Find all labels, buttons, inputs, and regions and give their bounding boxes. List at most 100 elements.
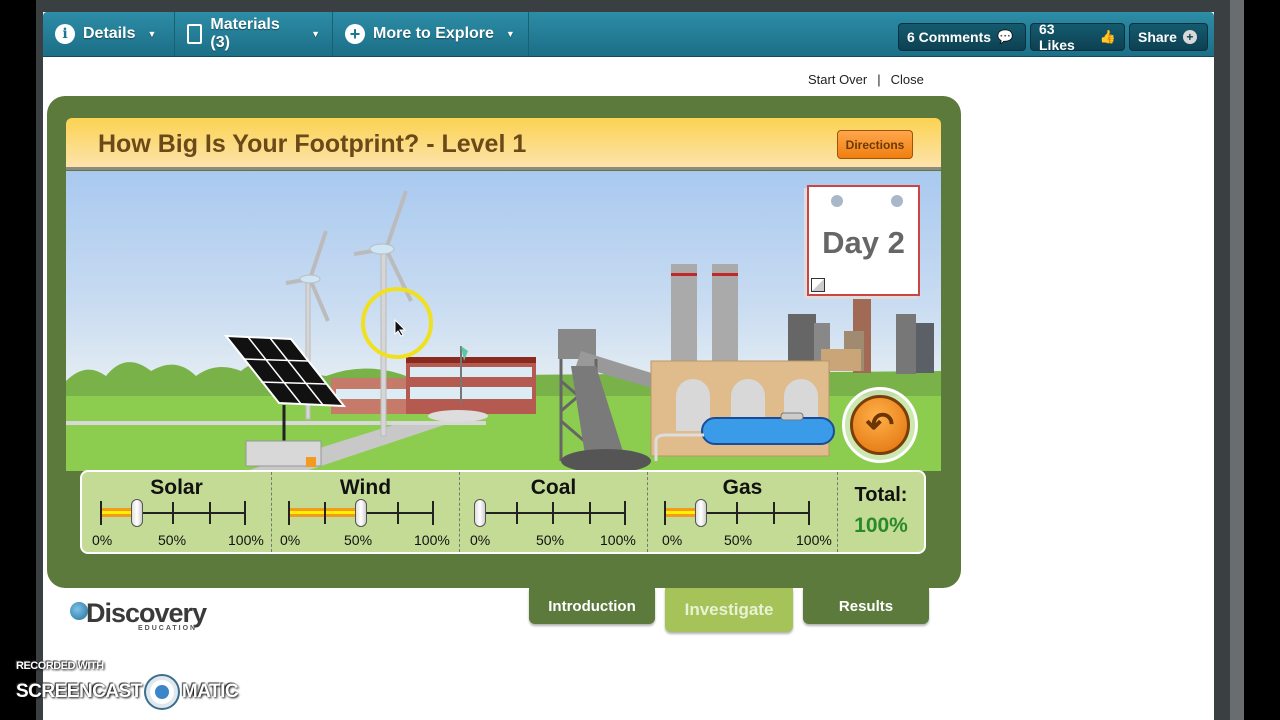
comments-label: 6 Comments (907, 29, 992, 45)
tick-label: 100% (796, 532, 832, 548)
tick-label: 0% (280, 532, 301, 548)
mouse-cursor-icon (394, 319, 406, 337)
more-to-explore-menu[interactable]: + More to Explore ▼ (333, 12, 529, 56)
screencast-watermark: RECORDED WITH SCREENCAST MATIC (16, 660, 239, 708)
share-button[interactable]: Share + (1129, 23, 1208, 51)
materials-label: Materials (3) (210, 16, 280, 51)
gas-slider-thumb[interactable] (695, 499, 707, 527)
tick-label: 0% (470, 532, 491, 548)
solar-slider[interactable] (100, 499, 246, 527)
details-label: Details (83, 25, 136, 42)
discovery-education-logo: Discovery EDUCATION (70, 598, 207, 632)
likes-button[interactable]: 63 Likes 👍 (1030, 21, 1125, 53)
more-to-explore-label: More to Explore (373, 25, 494, 42)
plus-circle-icon: + (345, 24, 365, 44)
watermark-brand-right: MATIC (181, 681, 239, 702)
slider-tick (324, 502, 326, 524)
undo-arrow-icon: ↶ (850, 395, 910, 455)
wind-label: Wind (339, 476, 392, 499)
day-label: Day 2 (822, 225, 905, 260)
likes-label: 63 Likes (1039, 21, 1075, 53)
plus-circle-icon: + (1182, 30, 1197, 44)
solar-slider-thumb[interactable] (131, 499, 143, 527)
wind-control: Wind 0% 50% 100% (272, 472, 460, 552)
energy-scene: Day 2 ↶ (66, 171, 941, 471)
coal-slider-thumb[interactable] (474, 499, 486, 527)
tab-results[interactable]: Results (803, 588, 929, 624)
notebook-icon (187, 24, 203, 44)
record-icon (145, 676, 178, 708)
logo-text: Discovery (86, 598, 207, 628)
chevron-down-icon: ▼ (311, 29, 320, 39)
road (66, 421, 486, 425)
total-label: Total: (854, 484, 908, 506)
slider-tick (209, 502, 211, 524)
tick-label: 50% (536, 532, 565, 548)
window-scrollbar[interactable] (1230, 0, 1244, 720)
directions-button[interactable]: Directions (837, 130, 913, 159)
slider-tick (808, 501, 810, 525)
gas-slider[interactable] (664, 499, 810, 527)
tick-label: 50% (724, 532, 753, 548)
speech-bubble-icon: 💬 (997, 29, 1014, 44)
slider-tick (552, 502, 554, 524)
calendar-ring (891, 195, 903, 207)
game-title: How Big Is Your Footprint? - Level 1 (98, 130, 527, 158)
wind-slider[interactable] (288, 499, 434, 527)
slider-tick (244, 501, 246, 525)
watermark-caption: RECORDED WITH (16, 660, 104, 672)
wind-slider-thumb[interactable] (355, 499, 367, 527)
game-header: How Big Is Your Footprint? - Level 1 Dir… (66, 118, 941, 170)
slider-tick (664, 501, 666, 525)
slider-tick (397, 502, 399, 524)
share-label: Share (1138, 29, 1177, 45)
tick-label: 100% (600, 532, 636, 548)
back-button[interactable]: ↶ (842, 387, 918, 463)
watermark-brand: SCREENCAST MATIC (16, 676, 239, 708)
slider-tick (624, 501, 626, 525)
coal-slider[interactable] (474, 499, 626, 527)
solar-label: Solar (150, 476, 203, 499)
watermark-brand-left: SCREENCAST (16, 681, 142, 702)
tab-introduction[interactable]: Introduction (529, 588, 655, 624)
coal-label: Coal (530, 476, 577, 499)
screen: i Details ▼ Materials (3) ▼ + More to Ex… (0, 0, 1280, 720)
tick-label: 50% (158, 532, 187, 548)
slider-tick (773, 502, 775, 524)
energy-mix-controls: Solar 0% 50% 100% Wind 0% 50% 100% Coal … (80, 470, 926, 554)
chevron-down-icon: ▼ (147, 29, 157, 39)
slider-tick (736, 502, 738, 524)
coal-control: Coal 0% 50% 100% (460, 472, 648, 552)
slider-tick (432, 501, 434, 525)
total-value: 100% (854, 514, 908, 537)
comments-button[interactable]: 6 Comments 💬 (898, 23, 1026, 51)
solar-control: Solar 0% 50% 100% (82, 472, 272, 552)
info-icon: i (55, 24, 75, 44)
tick-label: 0% (662, 532, 683, 548)
chevron-down-icon: ▼ (505, 29, 515, 39)
tick-label: 0% (92, 532, 113, 548)
materials-menu[interactable]: Materials (3) ▼ (175, 12, 333, 56)
total-display: Total: 100% (838, 472, 924, 552)
gas-control: Gas 0% 50% 100% (648, 472, 838, 552)
link-separator: | (877, 72, 881, 87)
details-menu[interactable]: i Details ▼ (43, 12, 175, 56)
day-calendar-card: Day 2 (807, 185, 920, 296)
tab-investigate[interactable]: Investigate (665, 588, 793, 632)
tick-label: 100% (228, 532, 264, 548)
gas-label: Gas (722, 476, 763, 499)
tick-label: 100% (414, 532, 450, 548)
slider-tick (288, 501, 290, 525)
slider-tick (100, 501, 102, 525)
slider-tick (589, 502, 591, 524)
thumbs-up-icon: 👍 (1099, 29, 1116, 44)
start-over-link[interactable]: Start Over (808, 72, 867, 87)
calendar-ring (831, 195, 843, 207)
logo-subtext: EDUCATION (138, 625, 198, 632)
slider-tick (172, 502, 174, 524)
close-link[interactable]: Close (891, 72, 924, 87)
school-building (331, 346, 536, 422)
slider-tick (516, 502, 518, 524)
activity-links: Start Over | Close (808, 72, 924, 87)
page-curl-icon (811, 278, 825, 292)
